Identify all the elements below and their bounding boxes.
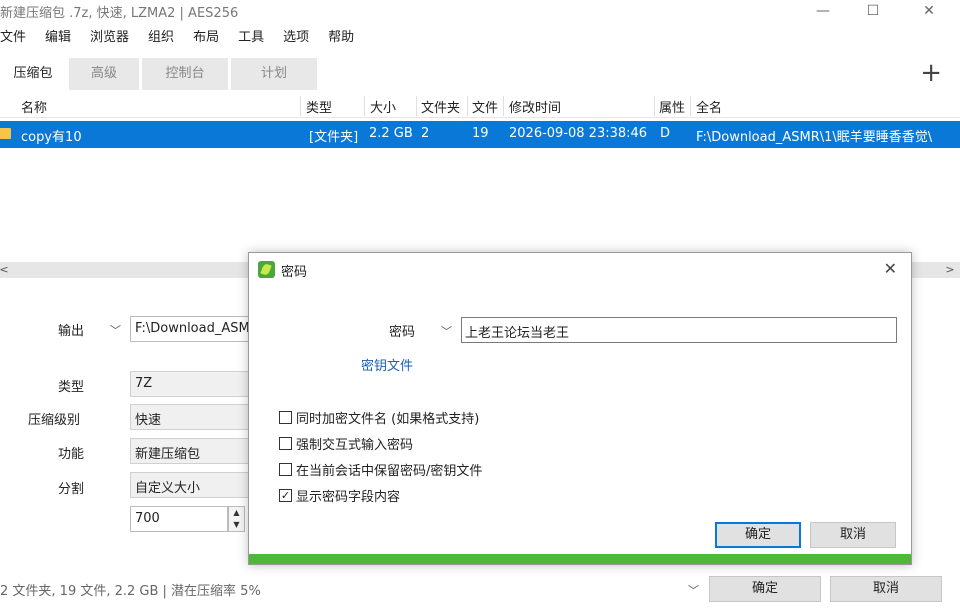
option-encrypt-filenames[interactable]: 同时加密文件名 (如果格式支持) [279,408,479,427]
menu-organize[interactable]: 组织 [148,27,174,49]
menu-help[interactable]: 帮助 [328,27,354,49]
checkbox[interactable] [279,436,292,450]
dialog-cancel-button[interactable]: 取消 [810,522,896,548]
chevron-down-icon[interactable]: ﹀ [688,582,699,598]
type-label: 类型 [58,380,85,395]
chevron-down-icon[interactable]: ﹀ [110,322,121,338]
tab-console[interactable]: 控制台 [142,58,228,90]
row-files: 19 [472,126,489,141]
scroll-left-icon[interactable]: < [0,262,12,278]
col-fullname[interactable]: 全名 [696,97,722,116]
main-cancel-button[interactable]: 取消 [830,576,942,602]
row-folders: 2 [421,126,430,141]
checkbox-checked[interactable]: ✓ [279,488,292,502]
row-modified: 2026-09-08 23:38:46 [509,126,648,141]
minimize-button[interactable]: — [800,0,846,22]
dialog-title-bar: 密码 ✕ [249,253,911,287]
close-icon[interactable]: ✕ [884,259,897,278]
col-modified[interactable]: 修改时间 [509,97,561,116]
tab-advanced[interactable]: 高级 [69,58,139,90]
dialog-ok-button[interactable]: 确定 [715,522,801,548]
password-strength-bar [249,554,911,564]
add-icon[interactable]: + [920,60,942,86]
status-text: 2 文件夹, 19 文件, 2.2 GB | 潜在压缩率 5% [0,584,261,599]
app-leaf-icon [258,261,275,278]
table-row[interactable]: copy有10 [文件夹] 2.2 GB 2 19 2026-09-08 23:… [0,121,960,148]
split-size-stepper[interactable]: ▲ ▼ [228,506,245,532]
close-button[interactable]: ✕ [906,0,952,22]
col-files[interactable]: 文件 [472,97,498,116]
row-type: [文件夹] [309,130,359,145]
menu-file[interactable]: 文件 [0,27,26,49]
chevron-down-icon[interactable]: ﹀ [441,323,452,339]
title-bar: 新建压缩包 .7z, 快速, LZMA2 | AES256 — ☐ ✕ [0,0,960,22]
menu-layout[interactable]: 布局 [193,27,219,49]
checkbox[interactable] [279,462,292,476]
row-attr: D [660,126,671,141]
menu-browser[interactable]: 浏览器 [90,27,129,49]
menu-tools[interactable]: 工具 [238,27,264,49]
main-ok-button[interactable]: 确定 [709,576,821,602]
col-size[interactable]: 大小 [370,97,396,116]
split-size-input[interactable]: 700 [130,506,228,532]
keyfile-link[interactable]: 密钥文件 [361,355,413,374]
folder-icon [0,128,11,139]
dialog-title: 密码 [281,265,308,280]
password-label: 密码 [389,325,416,340]
function-label: 功能 [58,447,85,462]
col-type[interactable]: 类型 [306,97,332,116]
tab-strip: 压缩包 高级 控制台 计划 [0,58,320,92]
scroll-right-icon[interactable]: > [942,262,958,278]
option-show-password[interactable]: ✓ 显示密码字段内容 [279,486,400,505]
option-force-interactive[interactable]: 强制交互式输入密码 [279,434,413,453]
level-label: 压缩级别 [28,413,81,428]
maximize-button[interactable]: ☐ [850,0,896,22]
col-folders[interactable]: 文件夹 [421,97,460,116]
tab-schedule[interactable]: 计划 [231,58,317,90]
file-list-header: 名称 类型 大小 文件夹 文件 修改时间 属性 全名 [0,94,960,118]
output-label: 输出 [58,324,85,339]
col-attr[interactable]: 属性 [659,97,685,116]
spin-up-icon[interactable]: ▲ [229,507,244,519]
row-fullname: F:\Download_ASMR\1\眠羊要睡香香觉\ [696,130,933,145]
menu-options[interactable]: 选项 [283,27,309,49]
option-keep-password[interactable]: 在当前会话中保留密码/密钥文件 [279,460,482,479]
password-input[interactable]: 上老王论坛当老王 [461,317,897,343]
row-name: copy有10 [21,130,82,145]
checkbox[interactable] [279,410,292,424]
split-label: 分割 [58,482,85,497]
tab-archive[interactable]: 压缩包 [0,58,66,90]
window-title: 新建压缩包 .7z, 快速, LZMA2 | AES256 [0,6,239,21]
row-size: 2.2 GB [369,126,413,141]
col-name[interactable]: 名称 [21,97,47,116]
password-dialog: 密码 ✕ 密码 ﹀ 上老王论坛当老王 密钥文件 同时加密文件名 (如果格式支持)… [248,252,912,565]
menu-edit[interactable]: 编辑 [45,27,71,49]
password-strength-fill [249,554,911,564]
spin-down-icon[interactable]: ▼ [229,519,244,531]
menu-bar: 文件 编辑 浏览器 组织 布局 工具 选项 帮助 [0,27,373,49]
